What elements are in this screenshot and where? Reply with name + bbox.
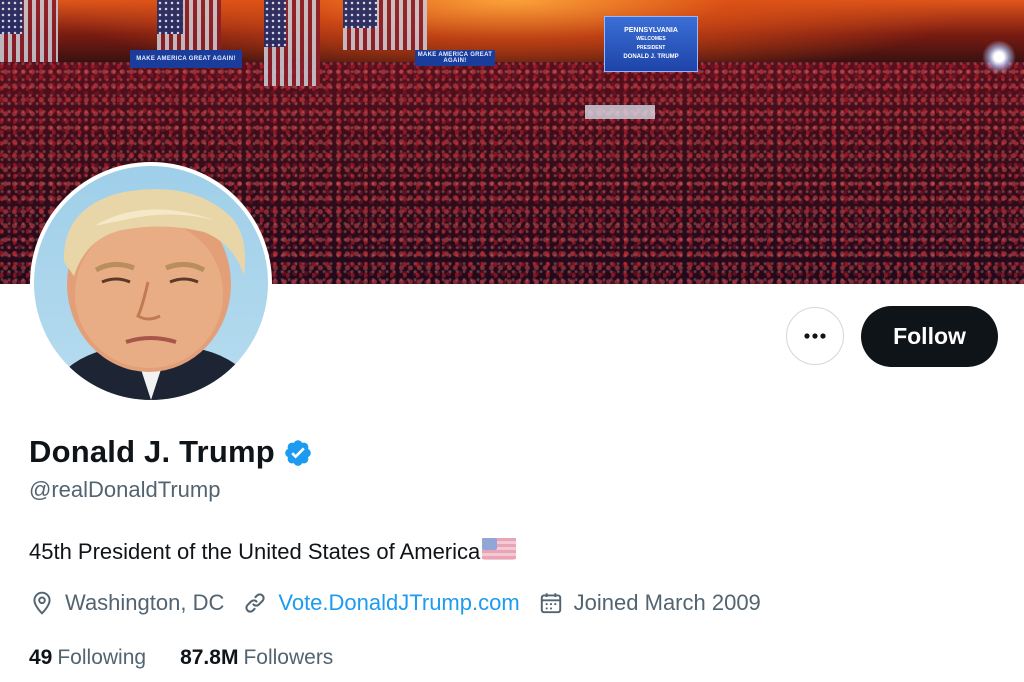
- following-count: 49: [29, 646, 53, 669]
- profile-handle: @realDonaldTrump: [29, 477, 221, 502]
- link-icon: [245, 593, 265, 613]
- jumbotron-line: DONALD J. TRUMP: [623, 54, 679, 60]
- banner-flag: [0, 0, 58, 62]
- more-options-button[interactable]: [786, 307, 844, 365]
- bio-text: 45th President of the United States of A…: [29, 539, 481, 564]
- jumbotron-line: PENNSYLVANIA: [624, 27, 678, 34]
- banner-rally-sign: MAKE AMERICA GREAT AGAIN!: [415, 50, 495, 66]
- banner-flag: [264, 0, 320, 86]
- follow-button[interactable]: Follow: [861, 306, 998, 367]
- followers-count: 87.8M: [180, 646, 239, 669]
- banner-flag: [343, 0, 427, 50]
- verified-badge-icon[interactable]: [283, 438, 313, 468]
- followers-label: Followers: [243, 646, 334, 669]
- banner-rally-sign: MAKE AMERICA GREAT AGAIN!: [130, 50, 242, 68]
- location-text: Washington, DC: [65, 590, 225, 615]
- calendar-icon: [540, 593, 561, 614]
- jumbotron-line: WELCOMES: [636, 36, 666, 42]
- more-horizontal-icon: [804, 333, 826, 339]
- jumbotron-line: PRESIDENT: [636, 45, 666, 51]
- profile-avatar[interactable]: [30, 162, 272, 404]
- joined-text: Joined March 2009: [573, 590, 761, 615]
- profile-name-row: Donald J. Trump: [29, 434, 313, 470]
- website-link[interactable]: Vote.DonaldJTrump.com: [278, 590, 519, 616]
- banner-stage: [585, 105, 655, 119]
- profile-stats: 49 Following 87.8M Followers: [29, 646, 367, 670]
- avatar-portrait: [44, 189, 264, 400]
- banner-spotlight: [982, 40, 1016, 74]
- profile-name: Donald J. Trump: [29, 434, 275, 469]
- following-stat-link[interactable]: 49 Following: [29, 646, 146, 670]
- location-pin-icon: [33, 591, 51, 615]
- us-flag-emoji-icon: [482, 538, 517, 566]
- banner-jumbotron: PENNSYLVANIA WELCOMES PRESIDENT DONALD J…: [604, 16, 698, 72]
- following-label: Following: [57, 646, 147, 669]
- profile-website[interactable]: Vote.DonaldJTrump.com: [242, 590, 520, 616]
- followers-stat-link[interactable]: 87.8M Followers: [180, 646, 333, 670]
- profile-meta: Washington, DC Vote.DonaldJTrump.com Joi…: [29, 590, 779, 616]
- profile-location: Washington, DC: [29, 590, 224, 616]
- profile-joined: Joined March 2009: [538, 590, 761, 616]
- profile-bio: 45th President of the United States of A…: [29, 538, 517, 566]
